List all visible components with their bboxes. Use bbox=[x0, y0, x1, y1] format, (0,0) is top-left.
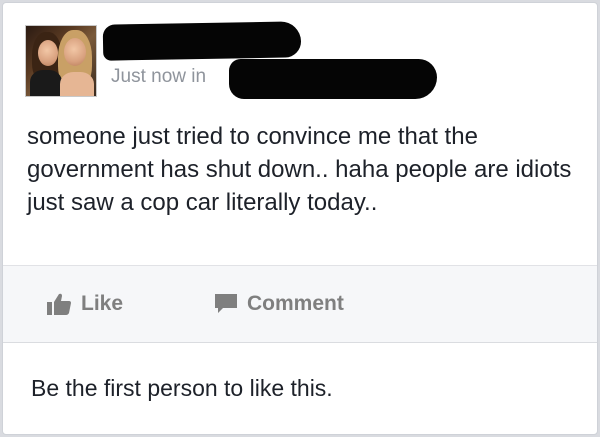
redacted-location bbox=[229, 59, 437, 99]
avatar-body bbox=[30, 70, 62, 96]
like-label: Like bbox=[81, 292, 124, 315]
comment-icon bbox=[215, 294, 237, 313]
likes-summary: Be the first person to like this. bbox=[31, 375, 333, 401]
comment-label: Comment bbox=[247, 292, 344, 315]
action-bar: Like Comment bbox=[3, 265, 597, 343]
avatar-body bbox=[60, 72, 94, 96]
avatar-face bbox=[38, 40, 58, 66]
avatar[interactable] bbox=[25, 25, 97, 97]
post-header: Just now in bbox=[3, 3, 597, 103]
like-button[interactable]: Like bbox=[47, 290, 123, 318]
post-text: someone just tried to convince me that t… bbox=[27, 123, 572, 216]
thumbs-up-icon bbox=[47, 293, 71, 315]
redacted-author-name bbox=[102, 21, 302, 61]
comment-button[interactable]: Comment bbox=[215, 290, 344, 318]
post-timestamp[interactable]: Just now in bbox=[111, 66, 206, 88]
avatar-face bbox=[64, 38, 86, 66]
post-card: Just now in someone just tried to convin… bbox=[2, 2, 598, 435]
